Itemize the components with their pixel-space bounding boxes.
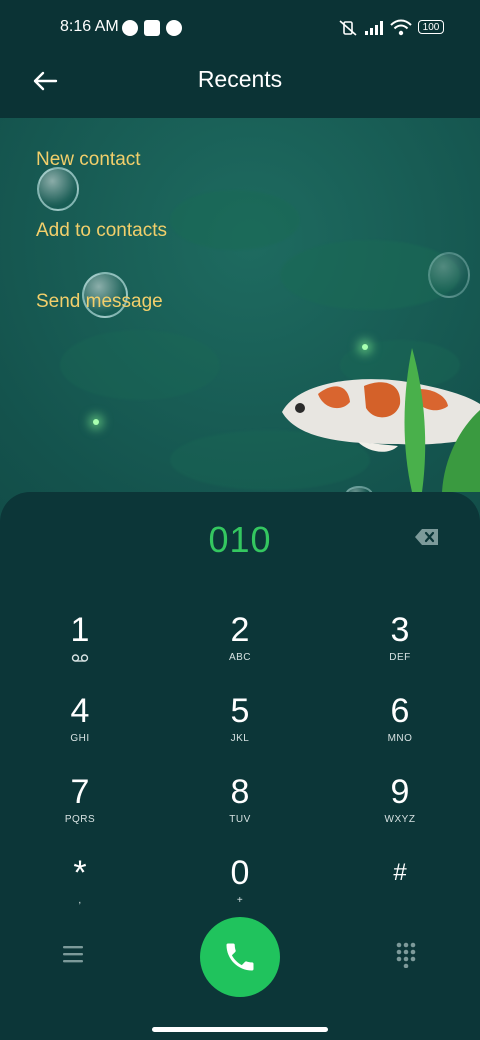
key-digit: 9 bbox=[390, 773, 410, 811]
notification-app-icon bbox=[122, 20, 138, 36]
key-letters: GHI bbox=[70, 733, 90, 744]
key-letters: , bbox=[78, 895, 82, 906]
key-digit: 0 bbox=[230, 854, 250, 892]
status-bar: 8:16 AM 100 bbox=[0, 14, 480, 42]
key-digit: # bbox=[393, 859, 407, 886]
key-letters: ABC bbox=[228, 652, 252, 663]
battery-indicator: 100 bbox=[418, 20, 444, 34]
home-indicator[interactable] bbox=[152, 1027, 328, 1032]
key-digit: 3 bbox=[390, 611, 410, 649]
glow-particle bbox=[93, 419, 99, 425]
dial-key-5[interactable]: 5 JKL bbox=[190, 691, 290, 765]
status-time: 8:16 AM bbox=[60, 18, 119, 35]
dialpad-toggle-icon[interactable] bbox=[396, 942, 416, 968]
leaf-decoration bbox=[404, 348, 480, 492]
new-contact-option[interactable]: New contact bbox=[36, 149, 141, 171]
phone-icon bbox=[226, 943, 254, 971]
key-letters: TUV bbox=[229, 814, 251, 825]
add-to-contacts-option[interactable]: Add to contacts bbox=[36, 220, 167, 242]
key-digit: 2 bbox=[230, 611, 250, 649]
dial-key-7[interactable]: 7 PQRS bbox=[30, 772, 130, 846]
dial-key-1[interactable]: 1 bbox=[30, 610, 130, 684]
dial-key-star[interactable]: * , bbox=[30, 853, 130, 927]
signal-icon bbox=[365, 21, 383, 35]
notification-square-icon bbox=[144, 20, 160, 36]
dial-key-8[interactable]: 8 TUV bbox=[190, 772, 290, 846]
notification-app-icon bbox=[166, 20, 182, 36]
key-letters: MNO bbox=[387, 733, 413, 744]
key-digit: 5 bbox=[230, 692, 250, 730]
dial-key-9[interactable]: 9 WXYZ bbox=[350, 772, 450, 846]
glow-particle bbox=[362, 344, 368, 350]
plant-decoration bbox=[170, 190, 300, 250]
menu-icon[interactable] bbox=[62, 945, 84, 963]
dial-key-6[interactable]: 6 MNO bbox=[350, 691, 450, 765]
key-digit: 8 bbox=[230, 773, 250, 811]
backspace-icon[interactable] bbox=[414, 527, 440, 547]
key-digit: 1 bbox=[70, 611, 90, 649]
key-letters: + bbox=[236, 895, 244, 906]
dialed-number: 010 bbox=[208, 519, 272, 560]
wifi-icon bbox=[390, 19, 412, 36]
key-digit: 4 bbox=[70, 692, 90, 730]
key-letters: PQRS bbox=[64, 814, 96, 825]
send-message-option[interactable]: Send message bbox=[36, 291, 163, 313]
dial-key-hash[interactable]: # bbox=[350, 853, 450, 927]
dial-key-4[interactable]: 4 GHI bbox=[30, 691, 130, 765]
page-title: Recents bbox=[197, 66, 283, 92]
bubble-decoration bbox=[37, 167, 79, 211]
dial-key-0[interactable]: 0 + bbox=[190, 853, 290, 927]
dial-key-2[interactable]: 2 ABC bbox=[190, 610, 290, 684]
key-letters: JKL bbox=[230, 733, 250, 744]
dial-key-3[interactable]: 3 DEF bbox=[350, 610, 450, 684]
bubble-decoration bbox=[428, 252, 470, 298]
vibrate-off-icon bbox=[339, 20, 357, 36]
key-letters: WXYZ bbox=[384, 814, 416, 825]
key-digit: * bbox=[73, 854, 87, 892]
key-digit: 6 bbox=[390, 692, 410, 730]
key-letters: DEF bbox=[389, 652, 411, 663]
key-digit: 7 bbox=[70, 773, 90, 811]
voicemail-icon bbox=[71, 654, 89, 662]
plant-decoration bbox=[60, 330, 220, 400]
call-button[interactable] bbox=[200, 917, 280, 997]
